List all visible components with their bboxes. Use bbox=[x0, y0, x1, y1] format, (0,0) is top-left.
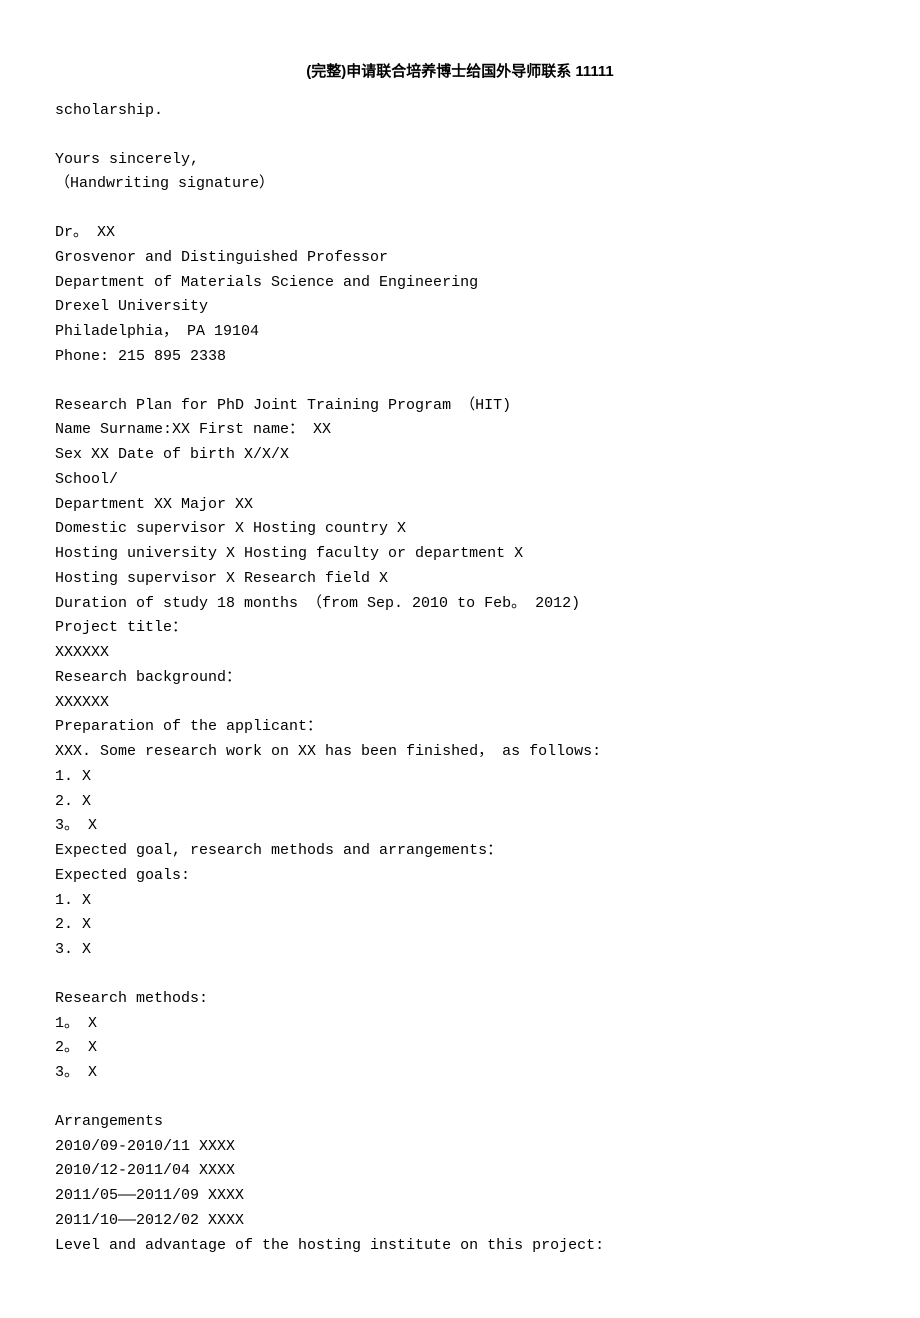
level-label: Level and advantage of the hosting insti… bbox=[55, 1234, 865, 1259]
signature-name: Dr。 XX bbox=[55, 221, 865, 246]
expected-goals-label: Expected goals: bbox=[55, 864, 865, 889]
signature-phone: Phone: 215 895 2338 bbox=[55, 345, 865, 370]
hosting-sup-line: Hosting supervisor X Research field X bbox=[55, 567, 865, 592]
arrangements-section: Arrangements 2010/09-2010/11 XXXX 2010/1… bbox=[55, 1110, 865, 1259]
dept-major-line: Department XX Major XX bbox=[55, 493, 865, 518]
list-item: 2011/10——2012/02 XXXX bbox=[55, 1209, 865, 1234]
spacer bbox=[55, 963, 865, 987]
list-item: 2011/05——2011/09 XXXX bbox=[55, 1184, 865, 1209]
research-methods-label: Research methods: bbox=[55, 987, 865, 1012]
scholarship-line: scholarship. bbox=[55, 99, 865, 124]
domestic-line: Domestic supervisor X Hosting country X bbox=[55, 517, 865, 542]
hosting-univ-line: Hosting university X Hosting faculty or … bbox=[55, 542, 865, 567]
research-bg-label: Research background： bbox=[55, 666, 865, 691]
signature-university: Drexel University bbox=[55, 295, 865, 320]
name-line: Name Surname:XX First name： XX bbox=[55, 418, 865, 443]
signature-title: Grosvenor and Distinguished Professor bbox=[55, 246, 865, 271]
list-item: 2. X bbox=[55, 913, 865, 938]
list-item: 2。 X bbox=[55, 1036, 865, 1061]
research-bg-value: XXXXXX bbox=[55, 691, 865, 716]
spacer bbox=[55, 1086, 865, 1110]
list-item: 3。 X bbox=[55, 814, 865, 839]
preparation-text: XXX. Some research work on XX has been f… bbox=[55, 740, 865, 765]
sex-dob-line: Sex XX Date of birth X/X/X bbox=[55, 443, 865, 468]
list-item: 1。 X bbox=[55, 1012, 865, 1037]
list-item: 2010/12-2011/04 XXXX bbox=[55, 1159, 865, 1184]
closing-sincerely: Yours sincerely, bbox=[55, 148, 865, 173]
project-title-value: XXXXXX bbox=[55, 641, 865, 666]
preparation-label: Preparation of the applicant： bbox=[55, 715, 865, 740]
list-item: 3. X bbox=[55, 938, 865, 963]
list-item: 2010/09-2010/11 XXXX bbox=[55, 1135, 865, 1160]
expected-label: Expected goal, research methods and arra… bbox=[55, 839, 865, 864]
list-item: 1. X bbox=[55, 765, 865, 790]
list-item: 2. X bbox=[55, 790, 865, 815]
signature-block: Dr。 XX Grosvenor and Distinguished Profe… bbox=[55, 221, 865, 370]
signature-location: Philadelphia， PA 19104 bbox=[55, 320, 865, 345]
research-plan-section: Research Plan for PhD Joint Training Pro… bbox=[55, 394, 865, 963]
signature-department: Department of Materials Science and Engi… bbox=[55, 271, 865, 296]
school-line: School/ bbox=[55, 468, 865, 493]
research-plan-heading: Research Plan for PhD Joint Training Pro… bbox=[55, 394, 865, 419]
project-title-label: Project title： bbox=[55, 616, 865, 641]
closing-signature: （Handwriting signature） bbox=[55, 172, 865, 197]
arrangements-label: Arrangements bbox=[55, 1110, 865, 1135]
duration-line: Duration of study 18 months （from Sep. 2… bbox=[55, 592, 865, 617]
page-header-title: (完整)申请联合培养博士给国外导师联系 11111 bbox=[55, 60, 865, 85]
research-methods-section: Research methods: 1。 X 2。 X 3。 X bbox=[55, 987, 865, 1086]
list-item: 1. X bbox=[55, 889, 865, 914]
closing-block: Yours sincerely, （Handwriting signature） bbox=[55, 148, 865, 198]
list-item: 3。 X bbox=[55, 1061, 865, 1086]
